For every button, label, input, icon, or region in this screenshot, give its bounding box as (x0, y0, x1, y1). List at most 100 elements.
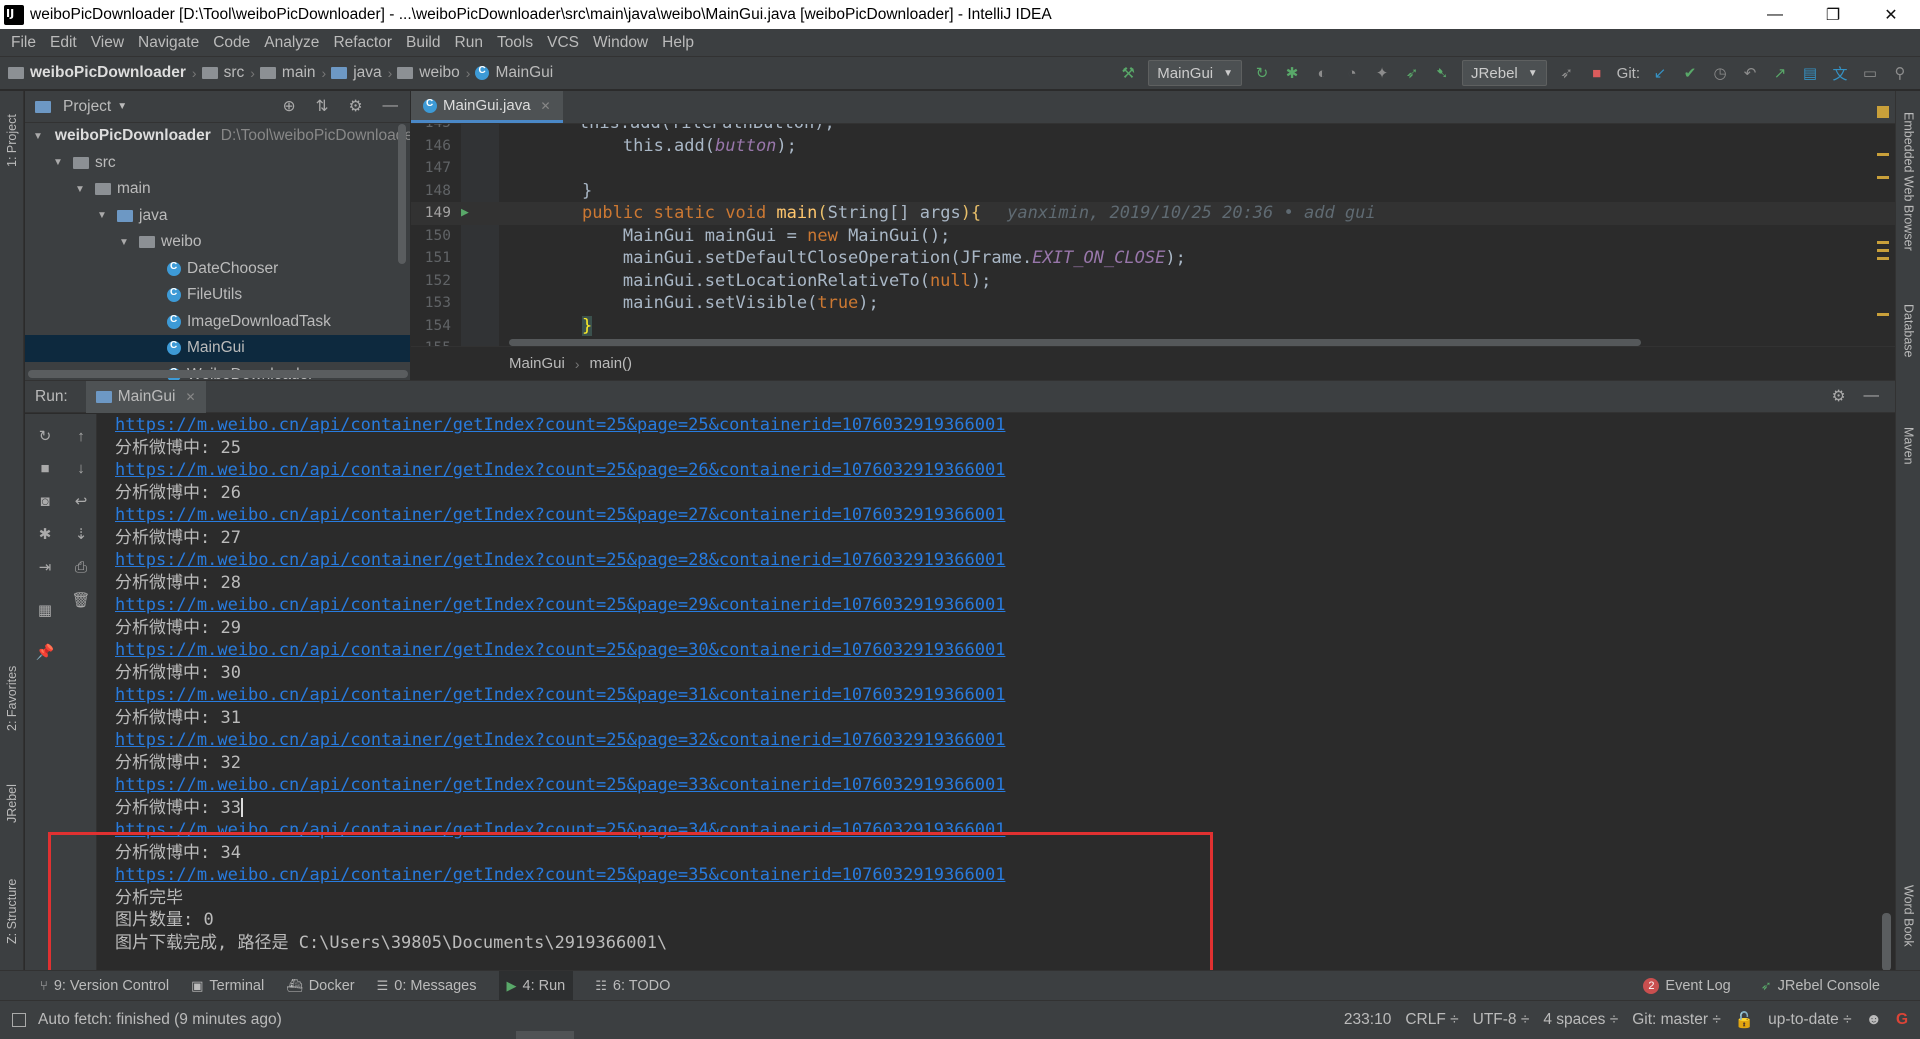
console-link[interactable]: https://m.weibo.cn/api/container/getInde… (115, 639, 1855, 662)
tab-project[interactable]: 1: Project (0, 101, 24, 181)
tab-docker[interactable]: ⛴ Docker (286, 978, 354, 994)
menu-view[interactable]: View (84, 34, 131, 52)
console-link[interactable]: https://m.weibo.cn/api/container/getInde… (115, 729, 1855, 752)
rerun-icon[interactable]: ↻ (1252, 63, 1272, 83)
tree-item-root[interactable]: ▼ weiboPicDownloader D:\Tool\weiboPicDownl… (25, 123, 410, 150)
hide-icon[interactable]: — (383, 97, 399, 116)
console-output[interactable]: https://m.weibo.cn/api/container/getInde… (115, 414, 1855, 971)
tree-item-datechooser[interactable]: DateChooser (25, 256, 410, 283)
stripe-mark[interactable] (1877, 313, 1889, 316)
file-encoding[interactable]: UTF-8 ÷ (1473, 1011, 1530, 1029)
console-link[interactable]: https://m.weibo.cn/api/container/getInde… (115, 774, 1855, 797)
tree-item-java[interactable]: ▼ java (25, 203, 410, 230)
project-view-select[interactable]: Project ▼ (35, 98, 127, 116)
tab-database[interactable]: Database (1896, 286, 1920, 376)
menu-help[interactable]: Help (655, 34, 701, 52)
crumb-class[interactable]: MainGui (509, 355, 565, 372)
collapse-icon[interactable]: ⇅ (316, 97, 329, 116)
jrebel-console-button[interactable]: ➶ JRebel Console (1761, 978, 1880, 994)
tab-terminal[interactable]: ▣ Terminal (191, 978, 264, 994)
tab-maingui-java[interactable]: MainGui.java✕ (411, 91, 563, 123)
git-history-icon[interactable]: ◷ (1710, 63, 1730, 83)
menu-code[interactable]: Code (206, 34, 257, 52)
tab-maven[interactable]: Maven (1896, 416, 1920, 476)
sync-status[interactable]: up-to-date ÷ (1768, 1011, 1851, 1029)
crumb-main[interactable]: main (259, 64, 316, 82)
lock-icon[interactable]: 🔓 (1735, 1011, 1754, 1030)
presentation-icon[interactable]: ▭ (1860, 63, 1880, 83)
tab-version-control[interactable]: ⑂ 9: Version Control (40, 978, 169, 994)
tree-item-main[interactable]: ▼ main (25, 176, 410, 203)
tab-structure[interactable]: Z: Structure (0, 861, 24, 961)
minimize-button[interactable]: — (1746, 0, 1804, 29)
hide-icon[interactable]: — (1864, 387, 1880, 406)
stripe-mark[interactable] (1877, 257, 1889, 260)
close-tab-icon[interactable]: ✕ (185, 390, 195, 404)
menu-vcs[interactable]: VCS (540, 34, 586, 52)
gear-icon[interactable]: ⚙ (349, 97, 363, 116)
console-link[interactable]: https://m.weibo.cn/api/container/getInde… (115, 684, 1855, 707)
warning-icon[interactable] (1877, 106, 1889, 118)
gear-icon[interactable]: ⚙ (1832, 387, 1846, 406)
caret-position[interactable]: 233:10 (1344, 1011, 1391, 1029)
tab-word-book[interactable]: Word Book (1896, 871, 1920, 961)
menu-refactor[interactable]: Refactor (326, 34, 399, 52)
trash-icon[interactable]: 🗑 (69, 588, 93, 612)
tree-item-imagedownloadtask[interactable]: ImageDownloadTask (25, 309, 410, 336)
tree-item-weibo[interactable]: ▼ weibo (25, 229, 410, 256)
pin-icon[interactable]: 📌 (33, 640, 57, 664)
console-link[interactable]: https://m.weibo.cn/api/container/getInde… (115, 549, 1855, 572)
stripe-mark[interactable] (1877, 241, 1889, 244)
tab-favorites[interactable]: 2: Favorites (0, 651, 24, 746)
debug-icon[interactable]: ✱ (33, 522, 57, 546)
coverage-icon[interactable]: ◐ (1312, 63, 1332, 83)
tab-web-browser[interactable]: Embedded Web Browser (1896, 101, 1920, 261)
tab-run[interactable]: ▶ 4: Run (498, 970, 574, 1001)
project-vertical-scrollbar[interactable] (398, 124, 406, 264)
close-button[interactable]: ✕ (1862, 0, 1920, 29)
profile-icon[interactable]: ◔ (1342, 63, 1362, 83)
run-gutter-icon[interactable]: ▶ (461, 202, 469, 225)
stop-icon[interactable]: ■ (1587, 63, 1607, 83)
run-config-select[interactable]: MainGui ▼ (1148, 60, 1243, 86)
jrebel-panel-icon[interactable]: ➶ (1557, 63, 1577, 83)
layout-icon[interactable]: ▦ (33, 598, 57, 622)
run-tab-maingui[interactable]: MainGui ✕ (85, 380, 206, 413)
project-structure-icon[interactable]: ▤ (1800, 63, 1820, 83)
crumb-maingui[interactable]: MainGui (475, 64, 553, 82)
console-link[interactable]: https://m.weibo.cn/api/container/getInde… (115, 594, 1855, 617)
inspector-icon[interactable]: ☻ (1866, 1011, 1882, 1029)
arrow-down-icon[interactable]: ↓ (69, 456, 93, 480)
git-branch[interactable]: Git: master ÷ (1632, 1011, 1721, 1029)
console-link[interactable]: https://m.weibo.cn/api/container/getInde… (115, 414, 1855, 437)
crumb-method[interactable]: main() (590, 355, 633, 372)
menu-window[interactable]: Window (586, 34, 655, 52)
git-update-icon[interactable]: ↙ (1650, 63, 1670, 83)
menu-build[interactable]: Build (399, 34, 447, 52)
code-area[interactable]: 145 this.add(filePathButton); 146 this.a… (411, 124, 1895, 346)
editor-horizontal-scrollbar[interactable] (509, 339, 1641, 346)
console-scrollbar[interactable] (1882, 913, 1891, 971)
crumb-src[interactable]: src (201, 64, 244, 82)
menu-file[interactable]: File (4, 34, 43, 52)
rerun-icon[interactable]: ↻ (33, 424, 57, 448)
git-revert-icon[interactable]: ↶ (1740, 63, 1760, 83)
menu-tools[interactable]: Tools (490, 34, 540, 52)
stripe-mark[interactable] (1877, 249, 1889, 252)
git-push-icon[interactable]: ↗ (1770, 63, 1790, 83)
indent-setting[interactable]: 4 spaces ÷ (1543, 1011, 1618, 1029)
jrebel-run-icon[interactable]: ➶ (1402, 63, 1422, 83)
scroll-to-end-icon[interactable]: ⇣ (69, 522, 93, 546)
search-icon[interactable]: ⚲ (1890, 63, 1910, 83)
print-icon[interactable]: ⎙ (69, 555, 93, 579)
console-link[interactable]: https://m.weibo.cn/api/container/getInde… (115, 819, 1855, 842)
stripe-mark[interactable] (1877, 153, 1889, 156)
debug-icon[interactable]: ✱ (1282, 63, 1302, 83)
translate-icon[interactable]: 文 (1830, 63, 1850, 83)
menu-run[interactable]: Run (448, 34, 490, 52)
tree-item-maingui[interactable]: MainGui (25, 335, 410, 362)
menu-edit[interactable]: Edit (43, 34, 84, 52)
camera-icon[interactable]: ◙ (33, 489, 57, 513)
line-separator[interactable]: CRLF ÷ (1405, 1011, 1458, 1029)
exit-icon[interactable]: ⇥ (33, 555, 57, 579)
